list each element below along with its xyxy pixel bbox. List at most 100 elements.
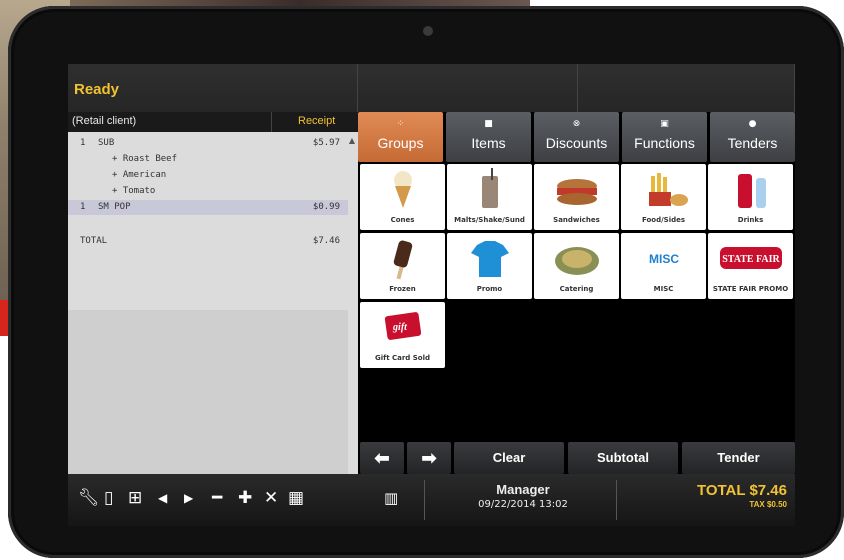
- total-amount: TOTAL $7.46: [696, 482, 787, 499]
- modifier-name: + Tomato: [112, 186, 156, 196]
- tile-label: Catering: [559, 285, 594, 293]
- tile-sandwiches[interactable]: Sandwiches: [534, 164, 619, 230]
- receipt-line-selected[interactable]: 1 SM POP $0.99: [68, 200, 348, 215]
- ice-cream-bar-icon: [393, 240, 413, 280]
- calculator-icon[interactable]: ▦: [288, 488, 304, 508]
- misc-art-text: MISC: [649, 252, 679, 266]
- tile-label: Sandwiches: [553, 216, 600, 224]
- receipt-label[interactable]: Receipt: [298, 115, 335, 127]
- tab-label: Functions: [634, 135, 695, 151]
- tile-malts-shake-sund[interactable]: Malts/Shake/Sund: [447, 164, 532, 230]
- tender-button[interactable]: Tender: [682, 442, 795, 474]
- pos-screen: Ready (Retail client) Receipt ▲ 1 SUB $5…: [68, 64, 795, 526]
- state-fair-logo-icon: STATE FAIR: [720, 247, 782, 269]
- previous-icon[interactable]: ◀: [158, 488, 167, 508]
- receipt-total-line: TOTAL $7.46: [68, 234, 348, 249]
- user-name: Manager: [496, 482, 550, 497]
- tile-misc[interactable]: MISC MISC: [621, 233, 706, 299]
- line-name: SM POP: [98, 202, 131, 212]
- line-name: SUB: [98, 138, 115, 148]
- camera-icon: [423, 26, 433, 36]
- back-arrow-icon: ⬅: [374, 448, 390, 468]
- tile-frozen[interactable]: Frozen: [360, 233, 445, 299]
- category-tabs: ⁘ Groups ■ Items ⊗ Discounts ▣ Functions…: [358, 112, 795, 162]
- tile-label: Food/Sides: [641, 216, 686, 224]
- gift-card-icon: gift: [384, 312, 422, 340]
- tile-food-sides[interactable]: Food/Sides: [621, 164, 706, 230]
- divider: [424, 480, 425, 520]
- tab-tenders[interactable]: ● Tenders: [710, 112, 795, 162]
- tile-label: Cones: [390, 216, 415, 224]
- misc-icon: MISC: [649, 252, 679, 266]
- tab-groups[interactable]: ⁘ Groups: [358, 112, 443, 162]
- platter-icon: [555, 247, 599, 275]
- sandwich-icon: [557, 179, 597, 205]
- document-icon[interactable]: ▯: [104, 488, 113, 508]
- user-info: Manager 09/22/2014 13:02: [433, 482, 613, 510]
- bottom-toolbar: 🔧︎ ▯ ⊞ ◀ ▶ ━ ✚ ✕ ▦ ▥ Manager 09/22/2014 …: [68, 474, 795, 526]
- tile-drinks[interactable]: Drinks: [708, 164, 793, 230]
- tile-gift-card-sold[interactable]: gift Gift Card Sold: [360, 302, 445, 368]
- tile-label: Gift Card Sold: [375, 354, 430, 362]
- clear-button[interactable]: Clear: [454, 442, 564, 474]
- barcode-icon[interactable]: ▥: [384, 488, 398, 508]
- line-price: $0.99: [312, 202, 340, 212]
- receipt-modifier-line[interactable]: + American: [68, 168, 348, 183]
- back-button[interactable]: ⬅: [360, 442, 404, 474]
- groups-icon: ⁘: [396, 119, 405, 129]
- total-value: $7.46: [312, 236, 340, 246]
- receipt-empty-area: [68, 310, 348, 474]
- subtotal-button[interactable]: Subtotal: [568, 442, 678, 474]
- tab-functions[interactable]: ▣ Functions: [622, 112, 707, 162]
- tile-label: Malts/Shake/Sund: [454, 216, 525, 224]
- client-label[interactable]: (Retail client): [72, 115, 136, 127]
- status-text: Ready: [68, 64, 358, 112]
- receipt-modifier-line[interactable]: + Tomato: [68, 184, 348, 199]
- functions-icon: ▣: [660, 119, 669, 129]
- tile-cones[interactable]: Cones: [360, 164, 445, 230]
- line-qty: 1: [80, 202, 86, 212]
- drinks-icon: [738, 174, 766, 208]
- tenders-icon: ●: [748, 119, 757, 129]
- tab-label: Groups: [377, 135, 424, 151]
- state-fair-art-text: STATE FAIR: [722, 254, 780, 265]
- tab-label: Discounts: [545, 135, 608, 151]
- date-time: 09/22/2014 13:02: [478, 499, 568, 510]
- items-icon: ■: [484, 119, 493, 129]
- tile-state-fair-promo[interactable]: STATE FAIR STATE FAIR PROMO: [708, 233, 793, 299]
- wrench-icon[interactable]: 🔧︎: [78, 488, 100, 508]
- receipt-modifier-line[interactable]: + Roast Beef: [68, 152, 348, 167]
- tile-label: MISC: [653, 285, 674, 293]
- status-panel-middle: [358, 64, 578, 112]
- modifier-name: + Roast Beef: [112, 154, 178, 164]
- tab-label: Tenders: [727, 135, 778, 151]
- grid-icon[interactable]: ⊞: [128, 488, 142, 508]
- tile-label: Promo: [476, 285, 503, 293]
- tile-promo[interactable]: Promo: [447, 233, 532, 299]
- scroll-up-icon[interactable]: ▲: [349, 136, 355, 145]
- order-total: TOTAL $7.46 TAX $0.50: [697, 482, 787, 509]
- plus-icon[interactable]: ✚: [238, 488, 252, 508]
- next-icon[interactable]: ▶: [184, 488, 193, 508]
- tab-items[interactable]: ■ Items: [446, 112, 531, 162]
- receipt-list[interactable]: ▲ 1 SUB $5.97 + Roast Beef + American + …: [68, 132, 358, 474]
- action-bar: ⬅ ➡ Clear Subtotal Tender: [358, 440, 795, 474]
- divider: [616, 480, 617, 520]
- receipt-line[interactable]: 1 SUB $5.97: [68, 136, 348, 151]
- minus-icon[interactable]: ━: [212, 488, 222, 508]
- ice-cream-cone-icon: [394, 171, 412, 208]
- tablet-frame: Ready (Retail client) Receipt ▲ 1 SUB $5…: [8, 6, 844, 558]
- tile-label: Drinks: [737, 216, 764, 224]
- tab-discounts[interactable]: ⊗ Discounts: [534, 112, 619, 162]
- total-label: TOTAL: [80, 236, 108, 246]
- receipt-header: (Retail client) Receipt: [68, 112, 358, 132]
- tile-catering[interactable]: Catering: [534, 233, 619, 299]
- forward-button[interactable]: ➡: [407, 442, 451, 474]
- tab-label: Items: [471, 135, 506, 151]
- tshirt-icon: [471, 241, 509, 277]
- fries-icon: [649, 173, 688, 206]
- delete-icon[interactable]: ✕: [264, 488, 278, 508]
- status-bar: Ready: [68, 64, 795, 112]
- tile-label: Frozen: [389, 285, 416, 293]
- modifier-name: + American: [112, 170, 167, 180]
